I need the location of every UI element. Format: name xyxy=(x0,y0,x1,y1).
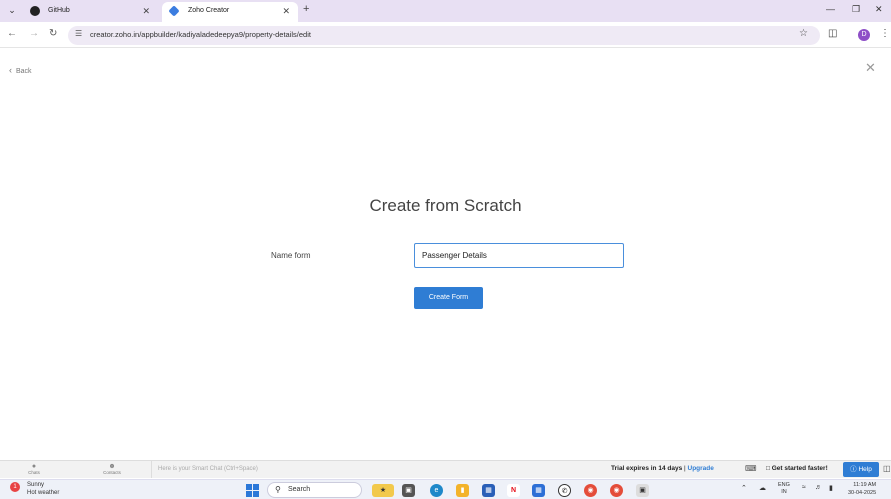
back-label: Back xyxy=(16,68,32,75)
address-bar[interactable]: ☰ creator.zoho.in/appbuilder/kadiyaladed… xyxy=(68,26,820,45)
tab-zoho-creator[interactable]: Zoho Creator ✕ xyxy=(162,2,298,22)
restore-icon[interactable]: ❐ xyxy=(852,4,860,15)
wifi-icon[interactable]: ≈ xyxy=(802,484,806,491)
weather-subtitle: Hot weather xyxy=(27,489,60,496)
clock-time: 11:19 AM xyxy=(853,482,877,488)
taskbar-search-label: Search xyxy=(288,486,311,493)
clock[interactable]: 11:19 AM 30-04-2025 xyxy=(848,482,876,497)
bookmark-star-icon[interactable]: ☆ xyxy=(799,28,808,39)
close-page-icon[interactable]: ✕ xyxy=(865,60,876,76)
task-view-icon[interactable]: ▣ xyxy=(402,484,415,497)
keyboard-icon[interactable]: ⌨ xyxy=(745,464,757,473)
browser-toolbar: ← → ↻ ☰ creator.zoho.in/appbuilder/kadiy… xyxy=(0,22,891,48)
edge-icon[interactable]: e xyxy=(430,484,443,497)
app-icon[interactable]: ▦ xyxy=(532,484,545,497)
get-started-label: Get started faster! xyxy=(771,465,828,472)
reload-icon[interactable]: ↻ xyxy=(49,28,57,39)
back-link[interactable]: ‹ Back xyxy=(9,65,32,75)
new-tab-icon[interactable]: + xyxy=(303,3,309,15)
chats-label: Chats xyxy=(28,470,40,475)
profile-avatar[interactable]: D xyxy=(858,29,870,41)
app-window-icon[interactable]: ▣ xyxy=(636,484,649,497)
windows-start-icon[interactable] xyxy=(246,484,259,497)
browser-tab-strip: ⌄ GitHub ✕ Zoho Creator ✕ + — ❐ ✕ xyxy=(0,0,891,22)
back-arrow-icon[interactable]: ← xyxy=(7,28,17,39)
tab-search-icon[interactable]: ⌄ xyxy=(6,5,18,17)
weather-badge: 1 xyxy=(10,482,20,492)
clock-date: 30-04-2025 xyxy=(848,489,877,496)
lang-top: ENG xyxy=(778,482,790,488)
close-icon[interactable]: ✕ xyxy=(142,2,150,20)
trial-notice: Trial expires in 14 days | Upgrade xyxy=(611,465,714,472)
weather-title: Sunny xyxy=(27,482,45,488)
language-indicator[interactable]: ENG IN xyxy=(778,482,790,496)
chat-icon: ● xyxy=(31,463,37,470)
widget-icon[interactable]: ★ xyxy=(372,484,394,497)
search-icon: ⚲ xyxy=(275,485,281,494)
close-icon[interactable]: ✕ xyxy=(282,2,290,20)
tab-github[interactable]: GitHub ✕ xyxy=(22,2,158,22)
cloud-icon[interactable]: ☁ xyxy=(759,484,766,492)
whatsapp-icon[interactable]: ✆ xyxy=(558,484,571,497)
site-settings-icon[interactable]: ☰ xyxy=(75,29,82,38)
weather-widget[interactable]: 1 Sunny Hot weather xyxy=(10,482,59,497)
name-form-label: Name form xyxy=(271,251,311,260)
url-text[interactable]: creator.zoho.in/appbuilder/kadiyaladedee… xyxy=(90,30,311,39)
name-form-input[interactable]: Passenger Details xyxy=(414,243,624,268)
store-icon[interactable]: ▦ xyxy=(482,484,495,497)
minimize-icon[interactable]: — xyxy=(826,4,835,14)
tray-chevron-icon[interactable]: ⌃ xyxy=(741,484,747,492)
upgrade-link[interactable]: Upgrade xyxy=(688,465,714,472)
contacts-icon: ☻ xyxy=(108,463,116,470)
taskbar-search[interactable]: ⚲ Search xyxy=(267,482,362,498)
help-icon: ⓘ xyxy=(850,466,857,473)
page-title: Create from Scratch xyxy=(369,196,522,215)
create-form-button[interactable]: Create Form xyxy=(414,287,483,309)
smart-chat-input[interactable]: Here is your Smart Chat (Ctrl+Space) xyxy=(151,461,601,478)
panel-icon[interactable]: ◫ xyxy=(883,464,891,473)
more-menu-icon[interactable]: ⋮ xyxy=(880,28,890,39)
tab-label: GitHub xyxy=(48,7,70,14)
chrome-profile-icon[interactable]: ◉ xyxy=(610,484,623,497)
volume-icon[interactable]: ♬ xyxy=(815,484,822,491)
extensions-icon[interactable]: ◫ xyxy=(828,28,837,39)
chrome-icon[interactable]: ◉ xyxy=(584,484,597,497)
tab-label: Zoho Creator xyxy=(188,7,230,14)
zoho-bottom-bar: ● Chats ☻ Contacts Here is your Smart Ch… xyxy=(0,460,891,478)
calendar-icon: □ xyxy=(766,465,770,472)
help-label: Help xyxy=(858,466,872,473)
github-icon xyxy=(30,6,40,16)
window-close-icon[interactable]: ✕ xyxy=(875,4,883,15)
contacts-button[interactable]: ☻ Contacts xyxy=(92,463,132,475)
forward-arrow-icon[interactable]: → xyxy=(29,28,39,39)
help-button[interactable]: ⓘ Help xyxy=(843,462,879,477)
trial-text: Trial expires in 14 days xyxy=(611,465,683,472)
get-started-button[interactable]: □ Get started faster! xyxy=(766,465,828,472)
lang-bottom: IN xyxy=(781,489,787,495)
battery-icon[interactable]: ▮ xyxy=(829,484,833,492)
zoho-creator-icon xyxy=(168,5,180,17)
chevron-left-icon: ‹ xyxy=(9,65,12,75)
windows-taskbar: 1 Sunny Hot weather ⚲ Search ★ ▣ e ▮ ▦ N… xyxy=(0,479,891,499)
chats-button[interactable]: ● Chats xyxy=(14,463,54,475)
file-explorer-icon[interactable]: ▮ xyxy=(456,484,469,497)
netflix-icon[interactable]: N xyxy=(507,484,520,497)
contacts-label: Contacts xyxy=(103,470,121,475)
